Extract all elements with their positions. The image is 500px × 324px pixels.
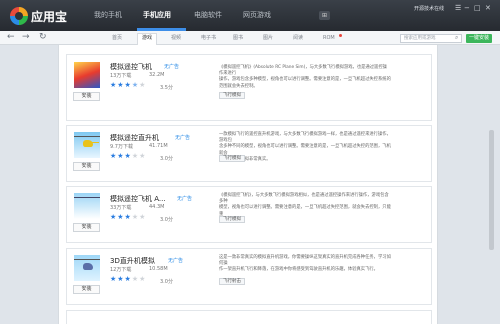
app-size: 32.2M [149,72,165,78]
app-description: 这是一款非常真实的模拟直升机游戏，你需要操纵这架真实的直升机完成各种任务，学习如… [219,255,391,273]
app-window: 应用宝 我的手机 手机应用 电脑软件 网页游戏 ⊞ 开源技术在线 ☰ − □ ✕… [0,0,500,324]
star-rating: ★★★★★ [110,275,147,283]
list-item[interactable]: 安装 3D直升机模拟 无广告 12万下载 10.58M ★★★★★ 3.0分 这… [66,248,432,305]
close-icon[interactable]: ✕ [485,5,491,12]
category-rom[interactable]: ROM [319,34,339,42]
rating-score: 3.0分 [160,279,173,285]
app-name[interactable]: 模拟遥控直升机 [110,133,159,143]
star-rating: ★★★★★ [110,81,147,89]
scrollbar[interactable] [489,130,494,250]
search-input[interactable]: 搜索应用或游戏 [400,34,462,43]
nav-tab-phone-apps[interactable]: 手机应用 [143,10,171,20]
app-list: 安装 模拟遥控飞机 无广告 13万下载 32.2M ★★★★★ 3.5分 《模拟… [58,45,438,324]
minimize-icon[interactable]: − [464,5,470,12]
list-item[interactable]: 安装 模拟遥控飞机 无广告 13万下载 32.2M ★★★★★ 3.5分 《模拟… [66,54,432,121]
maximize-icon[interactable]: □ [474,5,481,12]
category-tag[interactable]: 飞行模拟 [219,216,245,223]
install-button[interactable]: 安装 [73,162,100,171]
forward-icon[interactable]: → [22,33,30,42]
app-icon [74,62,100,88]
refresh-icon[interactable]: ↻ [39,33,47,42]
category-video[interactable]: 视频 [167,34,185,42]
category-home[interactable]: 首页 [108,34,126,42]
install-button[interactable]: 安装 [73,223,100,232]
category-tag[interactable]: 飞行模拟 [219,92,245,99]
app-size: 10.58M [149,266,168,272]
app-name[interactable]: 3D直升机模拟 [110,256,155,266]
ad-free-badge: 无广告 [175,135,191,141]
rating-score: 3.0分 [160,156,173,162]
toolbar: ← → ↻ 首页 游戏 视频 电子书 图书 图片 阅读 ROM 搜索应用或游戏 … [0,31,500,45]
app-description: 《模拟遥控飞机》(Absolute RC Plane Sim)，与大多数飞行模拟… [219,65,391,89]
search-icon[interactable]: ⌕ [455,34,458,42]
download-count: 33万下载 [110,205,132,211]
rating-score: 3.0分 [160,217,173,223]
download-manager-icon[interactable]: ⊞ [319,11,330,20]
menu-icon[interactable]: ☰ [455,5,461,12]
user-label[interactable]: 开源技术在线 [414,5,444,12]
app-icon [74,255,100,281]
category-reading[interactable]: 阅读 [289,34,307,42]
list-item[interactable]: 安装 模拟遥控直升机 无广告 9.7万下载 41.71M ★★★★★ 3.0分 … [66,125,432,182]
category-books[interactable]: 图书 [229,34,247,42]
category-images[interactable]: 图片 [259,34,277,42]
ad-free-badge: 无广告 [177,196,193,202]
download-count: 12万下载 [110,267,132,273]
category-ebook[interactable]: 电子书 [197,34,220,42]
download-count: 9.7万下载 [110,144,133,150]
download-count: 13万下载 [110,73,132,79]
one-click-install-button[interactable]: 一键安装 [466,34,492,43]
new-badge [339,34,342,37]
app-logo-icon [10,7,28,25]
star-rating: ★★★★★ [110,213,147,221]
nav-tab-web-games[interactable]: 网页游戏 [243,10,271,20]
nav-tab-pc-software[interactable]: 电脑软件 [194,10,222,20]
install-button[interactable]: 安装 [73,92,100,101]
ad-free-badge: 无广告 [168,258,184,264]
app-size: 41.71M [149,143,168,149]
app-name[interactable]: 模拟遥控飞机 [110,62,152,72]
app-icon [74,193,100,219]
category-games[interactable]: 游戏 [137,33,158,45]
app-name[interactable]: 模拟遥控飞机 A... [110,194,166,204]
list-item[interactable]: 安装 模拟遥控飞机 A... 无广告 33万下载 44.3M ★★★★★ 3.0… [66,186,432,243]
ad-free-badge: 无广告 [164,64,180,70]
category-tag[interactable]: 飞行模拟 [219,155,245,162]
title-bar: 应用宝 我的手机 手机应用 电脑软件 网页游戏 ⊞ 开源技术在线 ☰ − □ ✕ [0,0,500,31]
back-icon[interactable]: ← [7,33,15,42]
star-rating: ★★★★★ [110,152,147,160]
app-name: 应用宝 [31,10,68,24]
rating-score: 3.5分 [160,85,173,91]
nav-tab-my-phone[interactable]: 我的手机 [94,10,122,20]
list-item[interactable] [66,310,432,324]
install-button[interactable]: 安装 [73,285,100,294]
app-icon [74,132,100,158]
category-tag[interactable]: 飞行射击 [219,278,245,285]
app-size: 44.3M [149,204,165,210]
